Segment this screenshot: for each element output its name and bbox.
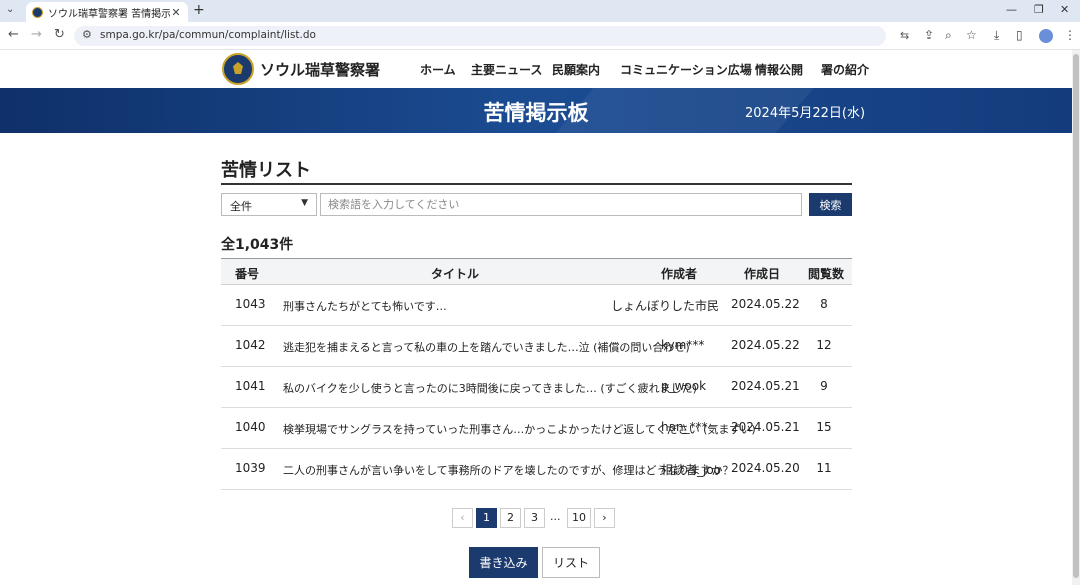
nav-community[interactable]: コミュニケーション広場 bbox=[620, 61, 752, 78]
download-icon[interactable]: ⤓ bbox=[994, 28, 999, 43]
reload-icon[interactable]: ↻ bbox=[54, 27, 65, 42]
page-1-button[interactable]: 1 bbox=[476, 508, 497, 528]
column-header-views: 閲覧数 bbox=[808, 267, 845, 281]
write-button[interactable]: 書き込み bbox=[469, 547, 538, 578]
menu-icon[interactable]: ⋮ bbox=[1064, 28, 1076, 42]
table-header: 番号 タイトル 作成者 作成日 閲覧数 bbox=[221, 258, 852, 285]
row-title-link[interactable]: 私のバイクを少し使うと言ったのに3時間後に戻ってきました… (すごく疲れました) bbox=[283, 380, 697, 396]
tab-title: ソウル瑞草警察署 苦情掲示板 bbox=[48, 8, 170, 20]
new-tab-icon[interactable]: + bbox=[193, 2, 205, 18]
complaint-table: 番号 タイトル 作成者 作成日 閲覧数 1043 刑事さんたちがとても怖いです…… bbox=[221, 258, 852, 490]
column-header-date: 作成日 bbox=[744, 267, 781, 281]
row-date: 2024.05.22 bbox=[731, 297, 800, 311]
row-date: 2024.05.21 bbox=[731, 420, 800, 434]
page-10-button[interactable]: 10 bbox=[567, 508, 591, 528]
row-author: p_wook bbox=[661, 379, 707, 393]
row-views: 15 bbox=[816, 420, 832, 434]
address-bar[interactable]: ⚙ smpa.go.kr/pa/commun/complaint/list.do… bbox=[74, 26, 909, 46]
table-row[interactable]: 1041 私のバイクを少し使うと言ったのに3時間後に戻ってきました… (すごく疲… bbox=[221, 367, 852, 408]
search-button[interactable]: 検索 bbox=[809, 193, 852, 216]
zoom-icon[interactable]: ⌕ bbox=[945, 28, 952, 43]
police-favicon-icon bbox=[32, 6, 43, 18]
scrollbar-thumb[interactable] bbox=[1073, 54, 1079, 578]
page-2-button[interactable]: 2 bbox=[500, 508, 521, 528]
row-views: 8 bbox=[820, 297, 828, 311]
tab-search-icon[interactable]: ⌄ bbox=[6, 4, 14, 15]
page-banner: 苦情掲示板 2024年5月22日(水) bbox=[0, 88, 1072, 133]
site-header: ソウル瑞草警察署 ホーム 主要ニュース 民願案内 コミュニケーション広場 情報公… bbox=[0, 50, 1072, 88]
search-input[interactable] bbox=[320, 193, 802, 216]
row-author: 相談者_joo bbox=[661, 463, 722, 477]
row-views: 11 bbox=[816, 461, 832, 475]
chevron-down-icon: ▼ bbox=[301, 198, 308, 208]
pagination-ellipsis: ... bbox=[550, 510, 561, 523]
list-button[interactable]: リスト bbox=[542, 547, 600, 578]
banner-date: 2024年5月22日(水) bbox=[745, 106, 866, 121]
site-logo-text[interactable]: ソウル瑞草警察署 bbox=[260, 59, 380, 80]
row-number: 1040 bbox=[235, 420, 266, 434]
page-scrollbar[interactable] bbox=[1072, 50, 1080, 585]
forward-icon[interactable]: → bbox=[31, 27, 42, 42]
nav-about[interactable]: 署の紹介 bbox=[821, 61, 869, 78]
table-row[interactable]: 1042 逃走犯を捕まえると言って私の車の上を踏んでいきました…泣 (補償の問い… bbox=[221, 326, 852, 367]
row-date: 2024.05.20 bbox=[731, 461, 800, 475]
restore-icon[interactable]: ❐ bbox=[1034, 3, 1044, 16]
row-number: 1043 bbox=[235, 297, 266, 311]
filter-selected-value: 全件 bbox=[230, 200, 252, 213]
table-row[interactable]: 1043 刑事さんたちがとても怖いです… しょんぼりした市民 2024.05.2… bbox=[221, 285, 852, 326]
star-icon[interactable]: ☆ bbox=[966, 28, 977, 42]
close-window-icon[interactable]: ✕ bbox=[1060, 3, 1069, 16]
sidepanel-icon[interactable]: ▯ bbox=[1016, 28, 1023, 42]
banner-title: 苦情掲示板 bbox=[483, 101, 589, 125]
row-number: 1039 bbox=[235, 461, 266, 475]
table-row[interactable]: 1039 二人の刑事さんが言い争いをして事務所のドアを壊したのですが、修理はどう… bbox=[221, 449, 852, 490]
section-title: 苦情リスト bbox=[221, 160, 311, 181]
translate-icon[interactable]: ⇆ bbox=[900, 29, 909, 42]
url-text[interactable]: smpa.go.kr/pa/commun/complaint/list.do bbox=[100, 29, 316, 41]
row-author: しょんぼりした市民 bbox=[610, 299, 719, 313]
profile-icon[interactable] bbox=[1039, 29, 1053, 43]
site-info-icon[interactable]: ⚙ bbox=[82, 28, 92, 41]
browser-toolbar: ← → ↻ ⚙ smpa.go.kr/pa/commun/complaint/l… bbox=[0, 22, 1080, 50]
table-row[interactable]: 1040 検挙現場でサングラスを持っていった刑事さん…かっこよかったけど返してく… bbox=[221, 408, 852, 449]
filter-select[interactable]: 全件 ▼ bbox=[221, 193, 317, 216]
page-3-button[interactable]: 3 bbox=[524, 508, 545, 528]
row-views: 12 bbox=[816, 338, 832, 352]
nav-civil-petition[interactable]: 民願案内 bbox=[552, 61, 600, 78]
row-number: 1041 bbox=[235, 379, 266, 393]
row-number: 1042 bbox=[235, 338, 266, 352]
next-page-button[interactable]: › bbox=[594, 508, 615, 528]
nav-info-disclosure[interactable]: 情報公開 bbox=[755, 61, 803, 78]
row-author: han_*** bbox=[661, 420, 708, 434]
share-icon[interactable]: ⇪ bbox=[924, 28, 934, 42]
back-icon[interactable]: ← bbox=[8, 27, 19, 42]
column-header-no: 番号 bbox=[235, 267, 260, 281]
minimize-icon[interactable]: — bbox=[1006, 3, 1017, 16]
browser-tabbar: ⌄ ソウル瑞草警察署 苦情掲示板 ✕ + — ❐ ✕ bbox=[0, 0, 1080, 22]
row-views: 9 bbox=[820, 379, 828, 393]
row-title-link[interactable]: 逃走犯を捕まえると言って私の車の上を踏んでいきました…泣 (補償の問い合わせ) bbox=[283, 339, 690, 355]
police-emblem-icon[interactable] bbox=[222, 53, 254, 85]
title-divider bbox=[221, 183, 852, 185]
row-date: 2024.05.21 bbox=[731, 379, 800, 393]
close-tab-icon[interactable]: ✕ bbox=[170, 6, 182, 19]
prev-page-button[interactable]: ‹ bbox=[452, 508, 473, 528]
nav-news[interactable]: 主要ニュース bbox=[471, 61, 542, 78]
nav-home[interactable]: ホーム bbox=[420, 61, 456, 78]
row-title-link[interactable]: 刑事さんたちがとても怖いです… bbox=[283, 298, 447, 314]
column-header-author: 作成者 bbox=[661, 267, 698, 281]
row-author: kym*** bbox=[661, 338, 705, 352]
total-count: 全1,043件 bbox=[221, 237, 294, 253]
row-date: 2024.05.22 bbox=[731, 338, 800, 352]
column-header-title: タイトル bbox=[431, 267, 480, 281]
browser-tab[interactable]: ソウル瑞草警察署 苦情掲示板 ✕ bbox=[26, 2, 188, 22]
